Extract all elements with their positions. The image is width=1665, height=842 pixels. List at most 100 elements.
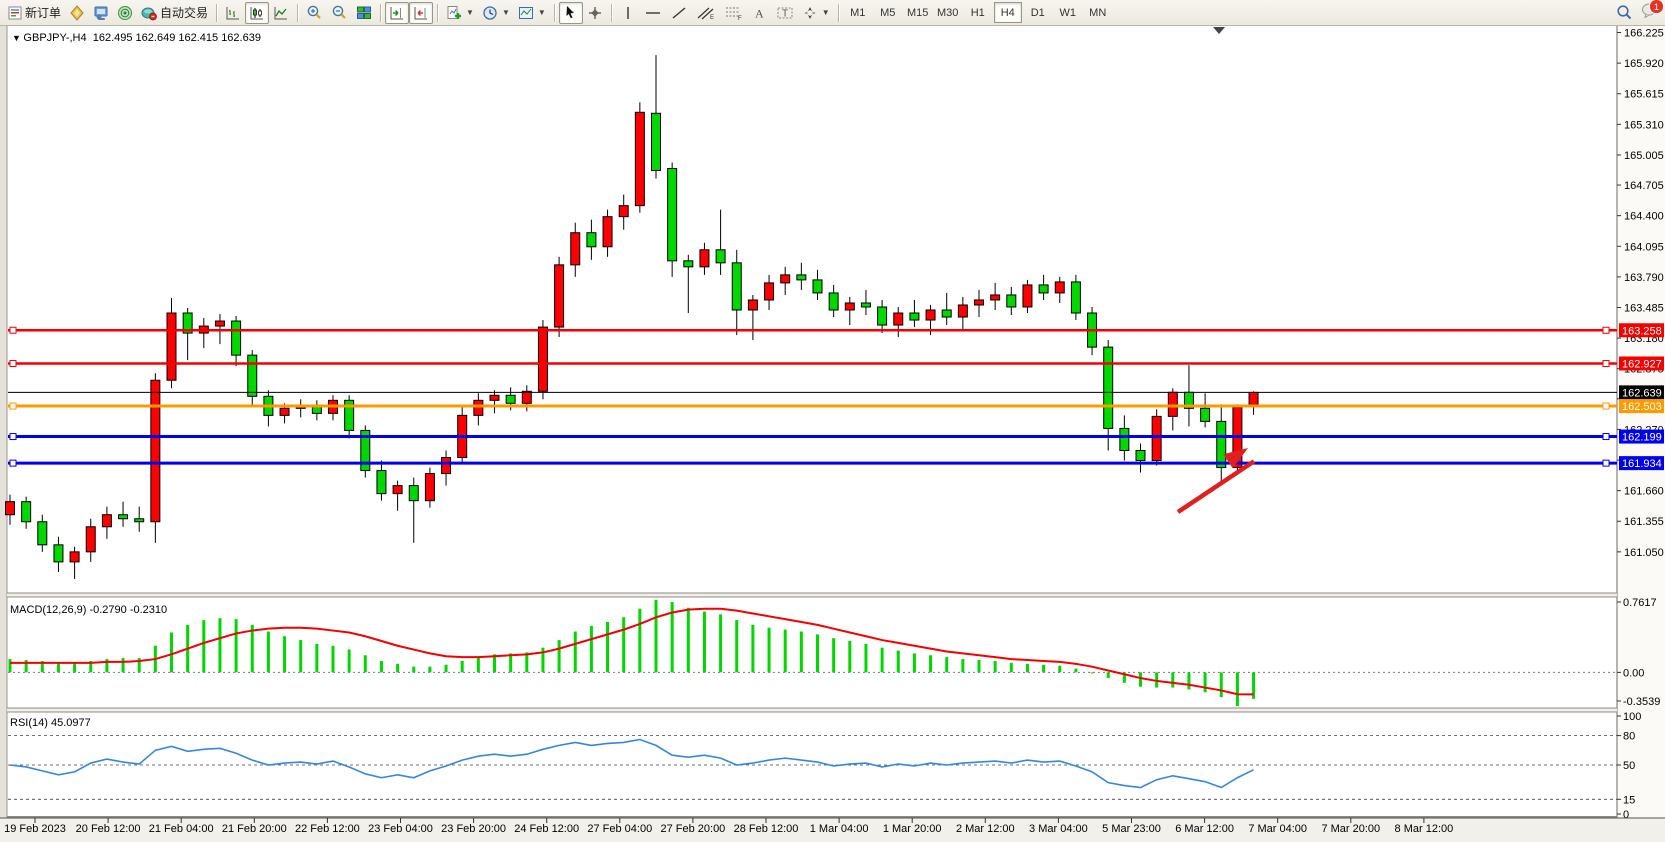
candle-up — [442, 458, 451, 474]
time-axis-label: 19 Feb 2023 — [4, 823, 66, 835]
autotrading-button[interactable]: 自动交易 — [137, 2, 212, 24]
horizontal-line-button[interactable] — [640, 2, 666, 24]
macd-histogram-bar — [461, 661, 464, 672]
macd-histogram-bar — [929, 655, 932, 672]
main-toolbar: 新订单 自动交易 ▼ ▼ ▼ E F A T ▼ M1M5M15M30H1H4D… — [0, 0, 1665, 26]
macd-histogram-bar — [961, 659, 964, 672]
toolbar-separator — [380, 4, 381, 22]
line-handle[interactable] — [1603, 360, 1609, 366]
new-order-button[interactable]: 新订单 — [4, 2, 65, 24]
timeframe-MN[interactable]: MN — [1084, 2, 1112, 23]
timeframe-D1[interactable]: D1 — [1024, 2, 1052, 23]
macd-histogram-bar — [1010, 663, 1013, 673]
macd-histogram-bar — [267, 632, 270, 673]
cursor-button[interactable] — [559, 2, 583, 24]
macd-histogram-bar — [719, 614, 722, 672]
macd-histogram-bar — [1171, 672, 1174, 687]
compass-button[interactable] — [65, 2, 89, 24]
svg-text:F: F — [738, 16, 742, 21]
indicators-icon — [446, 5, 462, 21]
macd-histogram-bar — [73, 663, 76, 673]
signals-icon — [117, 5, 133, 21]
equidistant-channel-icon: E — [696, 5, 716, 21]
macd-histogram-bar — [897, 651, 900, 673]
timeframe-M15[interactable]: M15 — [904, 2, 932, 23]
candle-up — [748, 300, 757, 310]
indicators-button[interactable]: ▼ — [442, 2, 478, 24]
bar-chart-button[interactable] — [221, 2, 245, 24]
zoom-in-button[interactable] — [302, 2, 327, 24]
candle-down — [22, 502, 31, 522]
notifications-button[interactable]: 1 — [1641, 2, 1659, 23]
candle-up — [635, 112, 644, 205]
macd-axis-tick: -0.3539 — [1623, 696, 1660, 708]
zoom-out-button[interactable] — [327, 2, 352, 24]
macd-histogram-bar — [574, 632, 577, 673]
macd-histogram-bar — [913, 653, 916, 672]
text-button[interactable]: A — [748, 2, 772, 24]
candle-up — [86, 527, 95, 552]
candle-up — [280, 408, 289, 415]
cursor-icon — [563, 5, 578, 20]
price-axis-tick: 166.225 — [1624, 28, 1664, 40]
macd-histogram-bar — [315, 644, 318, 673]
tile-windows-button[interactable] — [352, 2, 376, 24]
timeframe-M5[interactable]: M5 — [874, 2, 902, 23]
time-axis-label: 28 Feb 12:00 — [734, 823, 799, 835]
timeframe-W1[interactable]: W1 — [1054, 2, 1082, 23]
macd-histogram-bar — [1236, 672, 1239, 706]
candle-up — [926, 310, 935, 320]
macd-histogram-bar — [1204, 672, 1207, 692]
price-axis-tick: 165.615 — [1624, 89, 1664, 101]
line-handle[interactable] — [10, 460, 16, 466]
trendline-button[interactable] — [666, 2, 692, 24]
market-watch-button[interactable] — [89, 2, 113, 24]
line-handle[interactable] — [10, 327, 16, 333]
crosshair-button[interactable] — [583, 2, 607, 24]
templates-button[interactable]: ▼ — [514, 2, 550, 24]
auto-scroll-button[interactable] — [385, 2, 409, 24]
line-handle[interactable] — [1603, 327, 1609, 333]
line-handle[interactable] — [10, 403, 16, 409]
arrows-button[interactable]: ▼ — [798, 2, 834, 24]
candle-up — [538, 327, 547, 391]
chart-shift-button[interactable] — [409, 2, 433, 24]
line-handle[interactable] — [10, 434, 16, 440]
candle-up — [975, 300, 984, 305]
macd-histogram-bar — [332, 646, 335, 673]
macd-histogram-bar — [800, 632, 803, 673]
line-handle[interactable] — [1603, 460, 1609, 466]
macd-histogram-bar — [477, 657, 480, 672]
text-label-icon: T — [776, 5, 794, 21]
line-chart-button[interactable] — [269, 2, 293, 24]
time-axis-label: 3 Mar 04:00 — [1029, 823, 1088, 835]
candle-up — [393, 486, 402, 494]
line-handle[interactable] — [1603, 434, 1609, 440]
candlestick-chart-button[interactable] — [245, 2, 269, 24]
price-axis-tick: 165.920 — [1624, 58, 1664, 70]
candle-down — [54, 545, 63, 562]
fibonacci-icon: F — [724, 5, 744, 21]
chart-area[interactable]: 166.225165.920165.615165.310165.005164.7… — [0, 26, 1665, 842]
fibonacci-button[interactable]: F — [720, 2, 748, 24]
timeframe-H1[interactable]: H1 — [964, 2, 992, 23]
timeframe-M1[interactable]: M1 — [844, 2, 872, 23]
timeframe-M30[interactable]: M30 — [934, 2, 962, 23]
toolbar-separator — [216, 4, 217, 22]
market-watch-icon — [93, 5, 109, 21]
candle-down — [1071, 282, 1080, 313]
signals-button[interactable] — [113, 2, 137, 24]
periods-button[interactable]: ▼ — [478, 2, 514, 24]
price-axis-tick: 161.050 — [1624, 547, 1664, 559]
search-icon[interactable] — [1616, 4, 1633, 21]
text-label-button[interactable]: T — [772, 2, 798, 24]
tile-windows-icon — [356, 5, 372, 21]
line-handle[interactable] — [1603, 403, 1609, 409]
compass-icon — [69, 5, 85, 21]
timeframe-H4[interactable]: H4 — [994, 2, 1022, 23]
line-handle[interactable] — [10, 360, 16, 366]
candle-up — [700, 250, 709, 267]
equidistant-channel-button[interactable]: E — [692, 2, 720, 24]
vertical-line-button[interactable] — [616, 2, 640, 24]
candle-up — [619, 206, 628, 217]
